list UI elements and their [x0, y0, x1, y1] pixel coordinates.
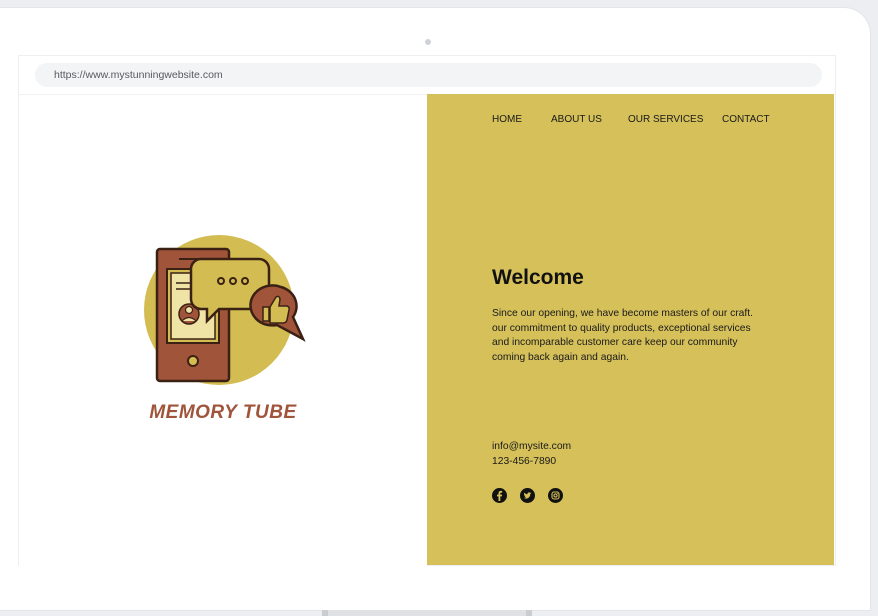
- url-text[interactable]: https://www.mystunningwebsite.com: [54, 69, 223, 81]
- welcome-description: Since our opening, we have become master…: [492, 307, 777, 365]
- camera-dot: [425, 39, 431, 45]
- contact-info: info@mysite.com 123-456-7890: [492, 440, 571, 469]
- description-line: Since our opening, we have become master…: [492, 308, 753, 319]
- address-bar[interactable]: https://www.mystunningwebsite.com: [35, 63, 822, 87]
- browser-window: https://www.mystunningwebsite.com MEMORY…: [18, 55, 836, 566]
- memory-tube-logo-icon: [144, 235, 306, 385]
- description-line: coming back again and again.: [492, 351, 629, 363]
- contact-phone: 123-456-7890: [492, 455, 557, 467]
- brand-name: MEMORY TUBE: [149, 402, 297, 423]
- description-line: our commitment to quality products, exce…: [492, 322, 751, 334]
- device-stand: [322, 610, 532, 616]
- description-line: and incomparable customer care keep our …: [492, 337, 738, 349]
- nav-contact[interactable]: CONTACT: [722, 114, 770, 125]
- content-pane: HOME ABOUT US OUR SERVICES CONTACT Welco…: [427, 94, 834, 565]
- twitter-icon[interactable]: [520, 488, 535, 503]
- welcome-heading: Welcome: [492, 266, 584, 289]
- nav-about-us[interactable]: ABOUT US: [551, 114, 602, 125]
- contact-email[interactable]: info@mysite.com: [492, 440, 571, 455]
- facebook-icon[interactable]: [492, 488, 507, 503]
- nav-our-services[interactable]: OUR SERVICES: [628, 114, 703, 125]
- logo-pane: MEMORY TUBE: [19, 94, 427, 566]
- instagram-icon[interactable]: [548, 488, 563, 503]
- nav-home[interactable]: HOME: [492, 114, 522, 125]
